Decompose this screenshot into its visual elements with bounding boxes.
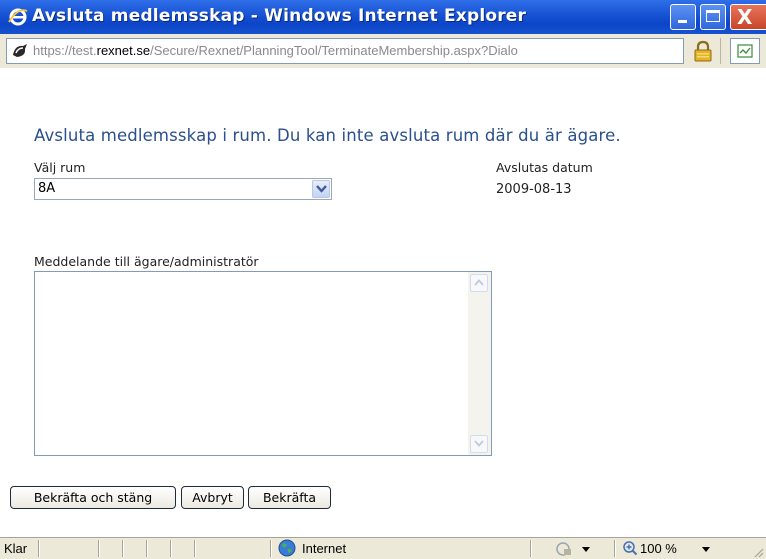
message-textarea[interactable] — [34, 271, 492, 456]
zoom-text: 100 % — [640, 541, 677, 556]
minimize-button[interactable] — [670, 4, 696, 30]
room-select[interactable]: 8A — [34, 178, 332, 200]
cancel-button[interactable]: Avbryt — [181, 486, 244, 509]
page-icon — [13, 44, 27, 57]
confirm-close-button[interactable]: Bekräfta och stäng — [10, 486, 176, 509]
url-sub: test. — [72, 43, 97, 58]
title-bar[interactable]: Avsluta medlemsskap - Windows Internet E… — [0, 0, 766, 34]
close-button[interactable]: X — [730, 4, 766, 30]
status-divider — [270, 540, 272, 557]
url-path: /Secure/Rexnet/PlanningTool/TerminateMem… — [150, 43, 518, 58]
chevron-down-icon — [316, 185, 327, 193]
status-divider — [170, 540, 172, 557]
message-label: Meddelande till ägare/administratör — [34, 254, 259, 269]
feed-icon — [737, 44, 753, 58]
date-label: Avslutas datum — [496, 160, 593, 175]
status-divider — [98, 540, 100, 557]
date-value: 2009-08-13 — [496, 182, 572, 197]
globe-icon — [278, 539, 296, 557]
close-icon: X — [737, 5, 753, 29]
status-bar: Klar Internet 100 % — [0, 537, 766, 559]
status-divider — [122, 540, 124, 557]
minimize-icon — [678, 20, 687, 23]
chevron-down-icon — [582, 547, 590, 552]
window-title: Avsluta medlemsskap - Windows Internet E… — [32, 6, 527, 26]
url-prefix: https:// — [33, 43, 73, 58]
status-divider — [614, 540, 616, 557]
maximize-button[interactable] — [700, 4, 726, 30]
url-domain: rexnet.se — [96, 43, 151, 58]
security-icon — [556, 542, 571, 556]
lock-icon[interactable] — [692, 40, 714, 62]
address-separator — [720, 38, 721, 64]
url-field[interactable]: https://test.rexnet.se/Secure/Rexnet/Pla… — [6, 38, 684, 64]
address-bar: https://test.rexnet.se/Secure/Rexnet/Pla… — [0, 34, 766, 68]
page-heading: Avsluta medlemsskap i rum. Du kan inte a… — [34, 126, 621, 145]
resize-grip-icon[interactable] — [752, 546, 764, 558]
url-text: https://test.rexnet.se/Secure/Rexnet/Pla… — [33, 43, 518, 58]
room-select-arrow[interactable] — [312, 180, 330, 198]
status-divider — [146, 540, 148, 557]
security-button[interactable] — [555, 540, 603, 557]
page-content: Avsluta medlemsskap i rum. Du kan inte a… — [0, 68, 766, 537]
zoom-button[interactable]: 100 % — [622, 538, 722, 558]
feed-button[interactable] — [730, 38, 760, 64]
room-label: Välj rum — [34, 160, 86, 175]
status-divider — [530, 540, 532, 557]
room-select-value: 8A — [38, 181, 56, 196]
scroll-up-button[interactable] — [470, 274, 488, 292]
zoom-icon — [623, 541, 638, 556]
chevron-down-icon — [702, 547, 710, 552]
ie-logo-icon — [8, 8, 28, 26]
scroll-down-button[interactable] — [470, 435, 488, 453]
confirm-button[interactable]: Bekräfta — [248, 486, 331, 509]
zone-text: Internet — [302, 541, 347, 556]
scroll-up-icon — [474, 279, 484, 286]
status-divider — [38, 540, 40, 557]
vertical-scrollbar[interactable] — [468, 272, 491, 455]
status-text: Klar — [4, 541, 28, 556]
status-divider — [194, 540, 196, 557]
scroll-down-icon — [474, 440, 484, 447]
maximize-icon — [706, 10, 720, 22]
